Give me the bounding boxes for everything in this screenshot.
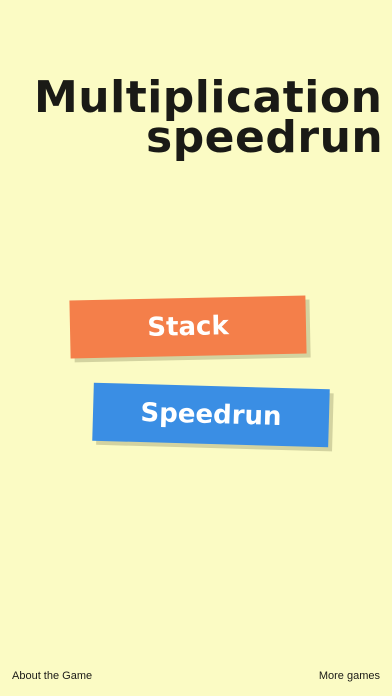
stack-mode-label: Stack xyxy=(146,311,230,343)
game-title-line-2: speedrun xyxy=(146,112,384,163)
speedrun-mode-label: Speedrun xyxy=(140,398,282,432)
about-game-link[interactable]: About the Game xyxy=(12,670,92,682)
more-games-link[interactable]: More games xyxy=(319,670,380,682)
main-menu-screen: Multiplication speedrun Stack Speedrun A… xyxy=(0,0,392,696)
stack-mode-button[interactable]: Stack xyxy=(69,295,307,359)
speedrun-mode-button[interactable]: Speedrun xyxy=(92,382,330,448)
